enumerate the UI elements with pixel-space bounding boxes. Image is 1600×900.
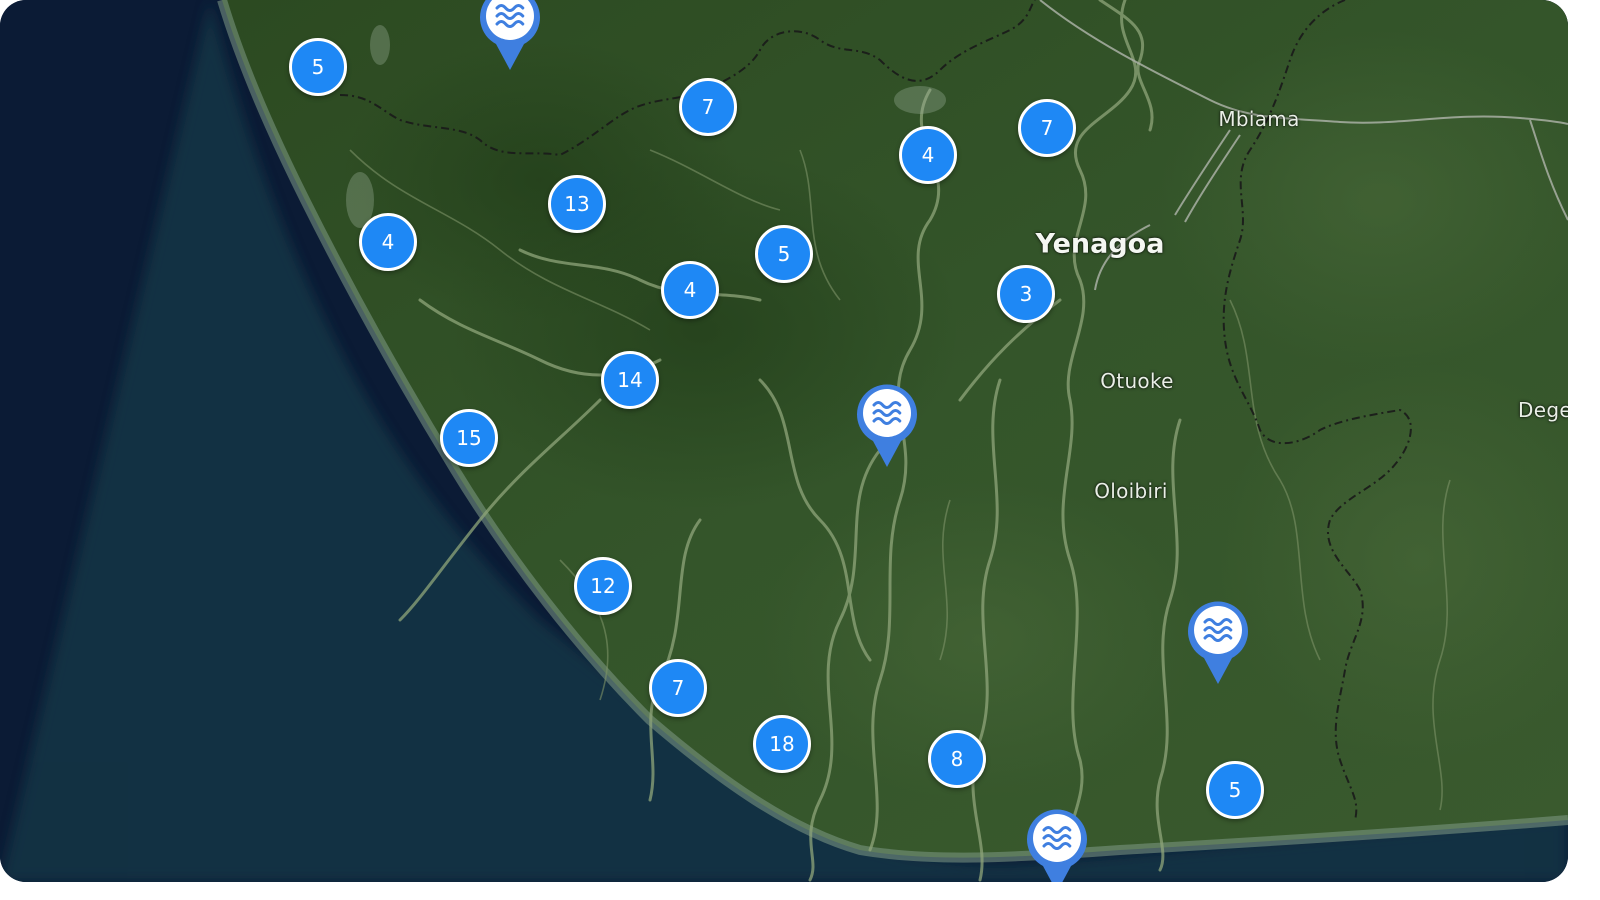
cluster-marker[interactable]: 4 bbox=[359, 213, 417, 271]
cluster-marker[interactable]: 7 bbox=[1018, 99, 1076, 157]
cluster-marker[interactable]: 15 bbox=[440, 409, 498, 467]
cluster-marker[interactable]: 18 bbox=[753, 715, 811, 773]
cluster-marker[interactable]: 5 bbox=[289, 38, 347, 96]
place-label-yenagoa: Yenagoa bbox=[1035, 228, 1165, 260]
water-waves-icon bbox=[857, 384, 917, 467]
place-label-otuoke: Otuoke bbox=[1100, 369, 1174, 393]
cluster-marker[interactable]: 4 bbox=[899, 126, 957, 184]
cluster-marker[interactable]: 5 bbox=[755, 225, 813, 283]
cluster-marker[interactable]: 7 bbox=[649, 659, 707, 717]
water-waves-icon bbox=[480, 0, 540, 70]
cluster-marker[interactable]: 8 bbox=[928, 730, 986, 788]
cluster-marker[interactable]: 4 bbox=[661, 261, 719, 319]
cluster-marker[interactable]: 14 bbox=[601, 351, 659, 409]
water-waves-icon bbox=[1188, 601, 1248, 684]
water-pin[interactable] bbox=[1186, 598, 1250, 686]
cluster-marker[interactable]: 12 bbox=[574, 557, 632, 615]
water-pin[interactable] bbox=[855, 381, 919, 469]
place-label-oloibiri: Oloibiri bbox=[1094, 479, 1168, 503]
cluster-marker[interactable]: 3 bbox=[997, 265, 1055, 323]
cluster-marker[interactable]: 7 bbox=[679, 78, 737, 136]
water-waves-icon bbox=[1027, 809, 1087, 882]
place-label-mbiama: Mbiama bbox=[1218, 107, 1300, 131]
cluster-marker[interactable]: 5 bbox=[1206, 761, 1264, 819]
water-pin[interactable] bbox=[1025, 806, 1089, 882]
cluster-marker[interactable]: 13 bbox=[548, 175, 606, 233]
water-pin[interactable] bbox=[478, 0, 542, 72]
place-label-dege: Dege bbox=[1518, 398, 1568, 422]
satellite-map[interactable]: Mbiama Yenagoa Otuoke Oloibiri Dege 5 7 … bbox=[0, 0, 1568, 882]
